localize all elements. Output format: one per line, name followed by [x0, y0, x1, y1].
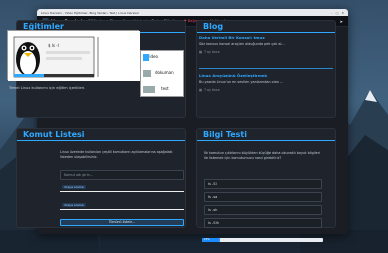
test-file-icon: [143, 86, 155, 93]
quiz-title[interactable]: Bilgi Testi: [197, 129, 335, 141]
post-summary: Bu yazıda Linux'un en sevilen yanlarında…: [199, 80, 284, 84]
post-summary: Söz konusu konsol araçları olduğunda pek…: [199, 42, 285, 46]
tux-video-illustration: $ ls -l: [8, 31, 140, 81]
education-description: Temel Linux kullanımı için eğitim içerik…: [9, 86, 86, 90]
post-date: ▦ 7 ay önce: [199, 88, 220, 92]
blog-post[interactable]: Linux Arayüzünü Özelleştirmek Bu yazıda …: [199, 73, 333, 92]
show-all-commands-button[interactable]: Tümünü listele...: [60, 219, 184, 226]
quiz-option-4[interactable]: ls -Slh: [204, 218, 322, 228]
post-title[interactable]: Linux Arayüzünü Özelleştirmek: [199, 73, 333, 78]
quiz-progress-fill: 15%: [202, 238, 221, 242]
svg-text:$ ls -l: $ ls -l: [48, 43, 59, 48]
maximize-button[interactable]: □: [336, 11, 339, 15]
quiz-option-2[interactable]: ls -sa: [204, 192, 322, 202]
blog-title[interactable]: Blog: [197, 21, 335, 33]
blog-divider: [199, 68, 333, 69]
window-title: Linux Dersleri - Video Eğitimler, Blog Y…: [41, 10, 139, 15]
command-search-input[interactable]: Komut adı girin...: [60, 170, 184, 180]
blog-post[interactable]: Daha Verimli Bir Konsol: tmux Söz konusu…: [199, 35, 333, 54]
quiz-option-1[interactable]: ls -Sl: [204, 179, 322, 189]
command-row[interactable]: dosya arama: [60, 182, 184, 192]
quiz-option-3[interactable]: ls -sh: [204, 205, 322, 215]
send-icon[interactable]: ➤: [340, 19, 343, 24]
quiz-question: İlk komutun çıktılarını büyükten küçüğe …: [204, 151, 321, 160]
test-label: test: [161, 86, 169, 91]
command-row[interactable]: dosya arama: [60, 200, 184, 210]
quiz-progress-bar: 15%: [202, 238, 323, 242]
command-list-description: Linux üzerinde kullanılan çeşitli komutl…: [60, 150, 173, 159]
calendar-icon: ▦: [199, 50, 203, 54]
education-video-thumbnail[interactable]: $ ls -l: [7, 30, 140, 81]
calendar-icon: ▦: [199, 88, 203, 92]
post-title[interactable]: Daha Verimli Bir Konsol: tmux: [199, 35, 333, 40]
command-list-title[interactable]: Komut Listesi: [17, 129, 185, 141]
video-file-icon: [143, 54, 149, 61]
minimize-button[interactable]: –: [331, 11, 333, 15]
blog-card: Blog Daha Verimli Bir Konsol: tmux Söz k…: [196, 20, 336, 118]
command-tag[interactable]: dosya arama: [62, 203, 86, 207]
post-date: ▦ 7 ay önce: [199, 50, 220, 54]
close-button[interactable]: ✕: [341, 11, 344, 15]
command-tag[interactable]: dosya arama: [62, 185, 86, 189]
window-titlebar: Linux Dersleri - Video Eğitimler, Blog Y…: [37, 9, 348, 16]
education-side-panel: video dokuman test: [140, 50, 184, 97]
dokuman-label: dokuman: [155, 70, 174, 75]
document-file-icon: [143, 70, 151, 77]
